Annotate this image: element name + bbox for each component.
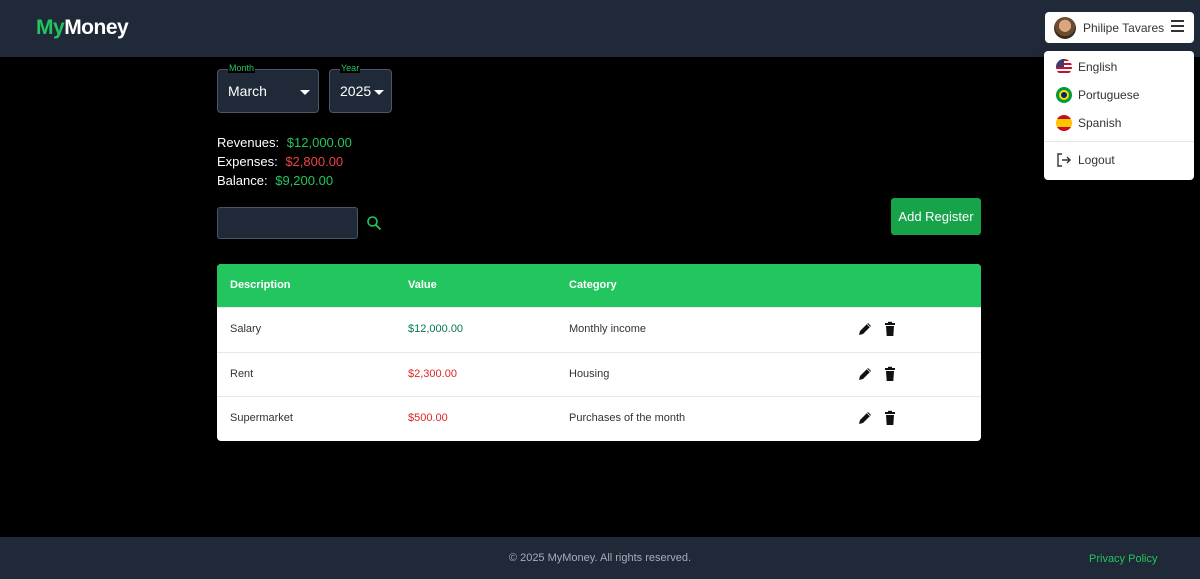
- balance-value: $9,200.00: [275, 173, 334, 188]
- column-header-description: Description: [230, 279, 291, 291]
- trash-icon[interactable]: [882, 321, 898, 337]
- trash-icon[interactable]: [882, 366, 898, 382]
- month-value: March: [228, 83, 267, 99]
- menu-item-english[interactable]: English: [1056, 57, 1117, 77]
- row-value: $12,000.00: [408, 323, 464, 335]
- user-menu-button[interactable]: Philipe Tavares: [1045, 12, 1194, 43]
- menu-item-portuguese[interactable]: Portuguese: [1056, 85, 1139, 105]
- logo-money: Money: [64, 16, 129, 39]
- revenues-label: Revenues:: [217, 135, 280, 150]
- menu-item-logout[interactable]: Logout: [1056, 150, 1115, 170]
- edit-icon[interactable]: [857, 410, 873, 426]
- hamburger-icon: [1171, 20, 1184, 32]
- menu-item-spanish[interactable]: Spanish: [1056, 113, 1121, 133]
- row-value: $500.00: [408, 412, 448, 424]
- row-category: Monthly income: [569, 323, 647, 335]
- row-description: Salary: [230, 323, 262, 335]
- top-header: MyMoney Philipe Tavares: [0, 0, 1200, 57]
- row-category: Purchases of the month: [569, 412, 686, 424]
- logo-my: My: [36, 16, 65, 39]
- revenues-summary: Revenues: $12,000.00: [217, 135, 352, 150]
- year-label: Year: [340, 63, 361, 73]
- user-dropdown-menu: English Portuguese Spanish Logout: [1044, 51, 1194, 180]
- chevron-down-icon: [374, 90, 384, 95]
- year-value: 2025: [340, 83, 372, 99]
- footer: © 2025 MyMoney. All rights reserved. Pri…: [0, 537, 1200, 579]
- user-name: Philipe Tavares: [1083, 20, 1165, 35]
- chevron-down-icon: [300, 90, 310, 95]
- column-header-value: Value: [408, 279, 437, 291]
- edit-icon[interactable]: [857, 366, 873, 382]
- expenses-value: $2,800.00: [285, 154, 344, 169]
- row-description: Supermarket: [230, 412, 293, 424]
- logout-label: Logout: [1078, 153, 1115, 167]
- edit-icon[interactable]: [857, 321, 873, 337]
- year-select[interactable]: Year 2025: [329, 63, 392, 113]
- menu-item-label: Portuguese: [1078, 88, 1140, 102]
- trash-icon[interactable]: [882, 410, 898, 426]
- table-row: Salary $12,000.00 Monthly income: [217, 307, 981, 352]
- balance-summary: Balance: $9,200.00: [217, 173, 333, 188]
- menu-divider: [1044, 141, 1194, 142]
- balance-label: Balance:: [217, 173, 268, 188]
- row-description: Rent: [230, 367, 254, 380]
- expenses-label: Expenses:: [217, 154, 278, 169]
- month-select[interactable]: Month March: [217, 63, 319, 113]
- logout-icon: [1057, 153, 1071, 167]
- row-category: Housing: [569, 367, 610, 380]
- menu-item-label: English: [1078, 60, 1118, 74]
- column-header-category: Category: [569, 279, 617, 291]
- avatar: [1054, 16, 1076, 39]
- menu-item-label: Spanish: [1078, 116, 1122, 130]
- spain-flag-icon: [1056, 115, 1072, 131]
- privacy-policy-link[interactable]: Privacy Policy: [1089, 553, 1157, 565]
- copyright-text: © 2025 MyMoney. All rights reserved.: [508, 552, 692, 564]
- row-value: $2,300.00: [408, 367, 457, 380]
- revenues-value: $12,000.00: [286, 135, 352, 150]
- expenses-summary: Expenses: $2,800.00: [217, 154, 343, 169]
- brazil-flag-icon: [1056, 87, 1072, 103]
- table-row: Rent $2,300.00 Housing: [217, 351, 981, 397]
- search-icon[interactable]: [366, 215, 382, 231]
- search-input[interactable]: [217, 207, 358, 239]
- table-row: Supermarket $500.00 Purchases of the mon…: [217, 396, 981, 441]
- us-flag-icon: [1056, 59, 1072, 75]
- table-header: Description Value Category: [217, 264, 981, 307]
- add-register-button[interactable]: Add Register: [891, 198, 981, 235]
- month-label: Month: [228, 63, 256, 73]
- app-logo[interactable]: MyMoney: [36, 16, 129, 40]
- registers-table: Description Value Category Salary $12,00…: [217, 264, 981, 441]
